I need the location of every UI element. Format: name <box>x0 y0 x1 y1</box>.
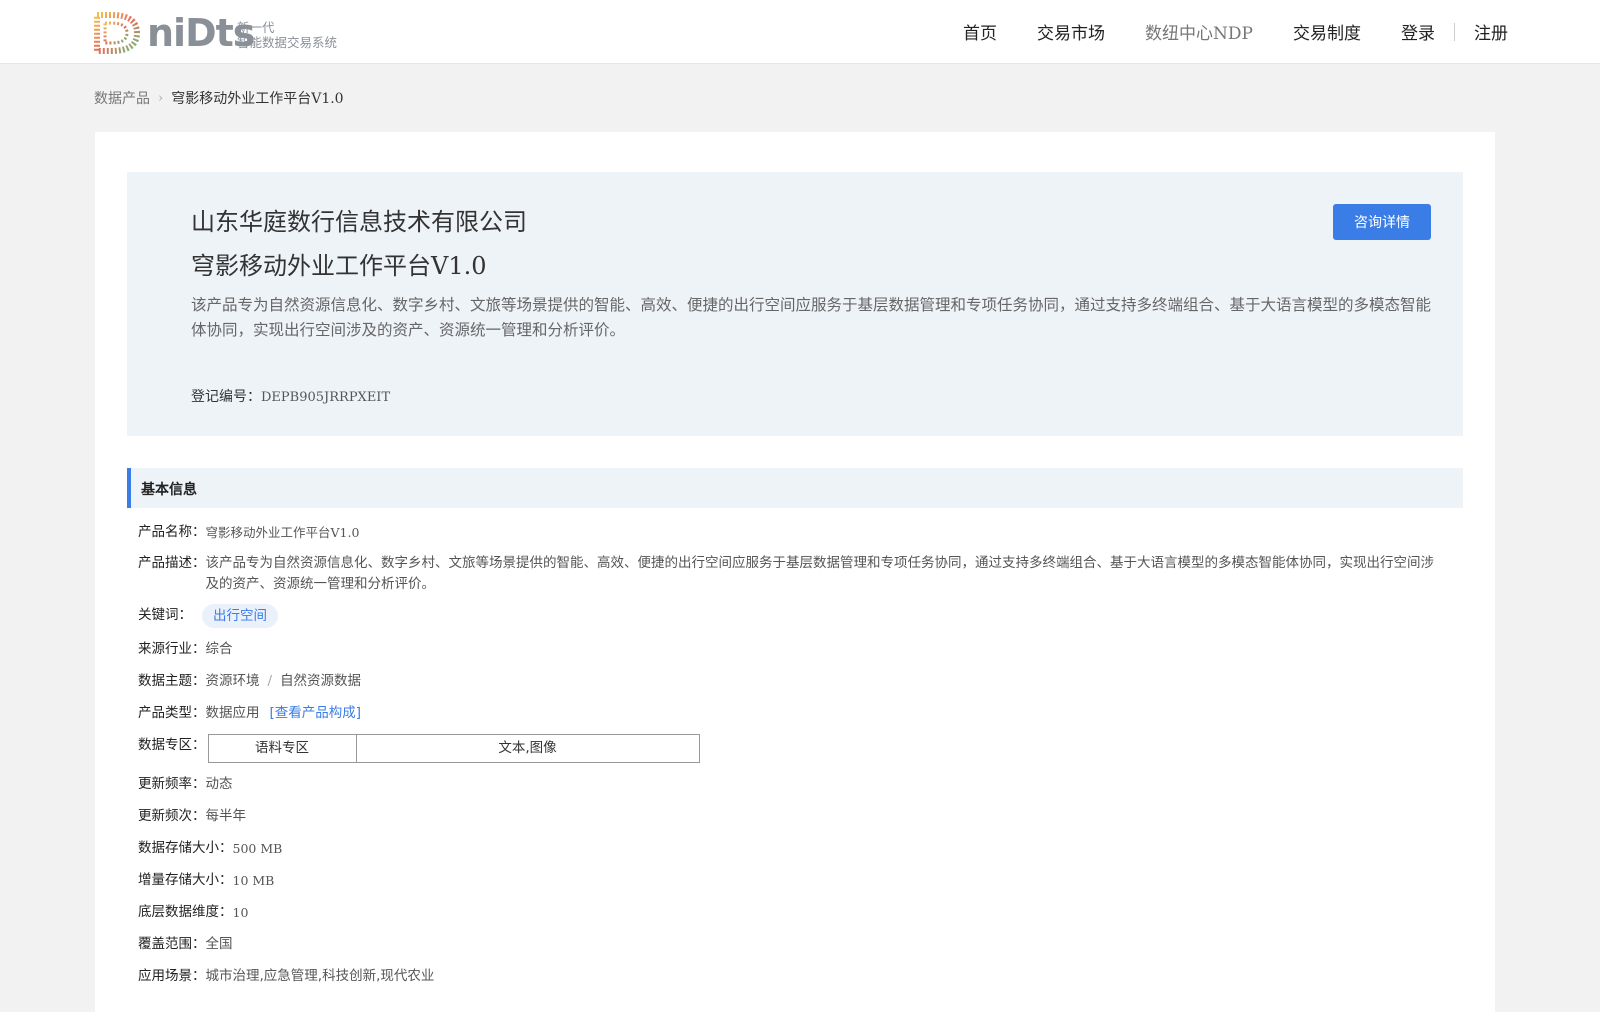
info-row-incremental-storage: 增量存储大小： 10 MB <box>138 870 274 891</box>
info-row-scenarios: 应用场景： 城市治理,应急管理,科技创新,现代农业 <box>138 966 434 987</box>
nav-market[interactable]: 交易市场 <box>1037 19 1105 44</box>
info-row-update-times: 更新频次： 每半年 <box>138 806 246 827</box>
info-value: 数据应用 <box>205 705 260 721</box>
section-basic-info: 基本信息 <box>127 468 1463 508</box>
info-value: 穹影移动外业工作平台V1.0 <box>205 525 360 540</box>
chevron-right-icon: › <box>158 90 164 106</box>
product-summary: 该产品专为自然资源信息化、数字乡村、文旅等场景提供的智能、高效、便捷的出行空间应… <box>191 296 1432 339</box>
nav-divider <box>1454 22 1455 41</box>
top-navbar: niDts 新一代 智能数据交易系统 首页 交易市场 数纽中心NDP 交易制度 … <box>0 0 1600 64</box>
info-row-type: 产品类型： 数据应用 [查看产品构成] <box>138 703 361 724</box>
breadcrumb: 数据产品 › 穹影移动外业工作平台V1.0 <box>94 88 344 108</box>
logo-tagline-2: 智能数据交易系统 <box>237 35 338 50</box>
breadcrumb-parent[interactable]: 数据产品 <box>94 88 150 108</box>
table-row: 语料专区 文本,图像 <box>207 734 700 763</box>
nav-home[interactable]: 首页 <box>963 19 997 44</box>
info-label: 增量存储大小： <box>138 872 233 888</box>
nav-register[interactable]: 注册 <box>1474 19 1508 44</box>
logo-d-mark-icon <box>94 12 141 54</box>
topic-separator: / <box>267 673 273 689</box>
info-label: 数据主题： <box>138 673 206 689</box>
info-label: 产品类型： <box>138 705 206 721</box>
info-label: 更新频率： <box>138 776 206 792</box>
info-value: 城市治理,应急管理,科技创新,现代农业 <box>205 968 435 984</box>
site-logo[interactable]: niDts 新一代 智能数据交易系统 <box>93 11 353 55</box>
info-value: 综合 <box>205 641 233 657</box>
registration-value: DEPB905JRRPXEIT <box>261 390 391 405</box>
info-value: 10 MB <box>232 873 275 888</box>
info-row-update-frequency: 更新频率： 动态 <box>138 774 233 795</box>
breadcrumb-current: 穹影移动外业工作平台V1.0 <box>171 91 344 107</box>
info-label: 关键词： <box>138 607 192 623</box>
info-value: 该产品专为自然资源信息化、数字乡村、文旅等场景提供的智能、高效、便捷的出行空间应… <box>205 555 1435 592</box>
nav-ndp[interactable]: 数纽中心NDP <box>1145 19 1253 44</box>
zone-value-cell: 文本,图像 <box>355 734 700 763</box>
data-zone-table: 语料专区 文本,图像 <box>207 734 700 763</box>
company-name: 山东华庭数行信息技术有限公司 <box>191 208 527 236</box>
info-row-coverage: 覆盖范围： 全国 <box>138 934 233 955</box>
section-title: 基本信息 <box>141 482 197 498</box>
info-label: 覆盖范围： <box>138 936 206 952</box>
info-label: 来源行业： <box>138 641 206 657</box>
info-value: 500 MB <box>232 841 283 856</box>
topic-sub: 自然资源数据 <box>280 673 362 689</box>
nav-rules[interactable]: 交易制度 <box>1293 19 1361 44</box>
registration-number: 登记编号：DEPB905JRRPXEIT <box>191 386 390 406</box>
info-value: 全国 <box>205 936 233 952</box>
info-row-name: 产品名称： 穹影移动外业工作平台V1.0 <box>138 522 359 543</box>
view-composition-link[interactable]: [查看产品构成] <box>270 703 362 724</box>
info-label: 更新频次： <box>138 808 206 824</box>
info-row-zone: 数据专区： 语料专区 文本,图像 <box>138 734 700 763</box>
info-row-storage: 数据存储大小： 500 MB <box>138 838 282 859</box>
info-label: 应用场景： <box>138 968 206 984</box>
logo-tagline: 新一代 智能数据交易系统 <box>237 20 337 50</box>
info-label: 底层数据维度： <box>138 904 233 920</box>
consult-details-button[interactable]: 咨询详情 <box>1333 204 1431 240</box>
main-nav: 首页 交易市场 数纽中心NDP 交易制度 登录 注册 <box>923 0 1508 63</box>
nav-login[interactable]: 登录 <box>1401 19 1435 44</box>
registration-label: 登记编号： <box>191 389 261 405</box>
info-label: 产品名称： <box>138 524 206 540</box>
info-row-description: 产品描述： 该产品专为自然资源信息化、数字乡村、文旅等场景提供的智能、高效、便捷… <box>138 553 1438 595</box>
info-label: 产品描述： <box>138 555 206 571</box>
info-row-industry: 来源行业： 综合 <box>138 639 233 660</box>
product-hero: 山东华庭数行信息技术有限公司 穹影移动外业工作平台V1.0 该产品专为自然资源信… <box>127 172 1463 436</box>
info-row-dimensions: 底层数据维度： 10 <box>138 902 248 923</box>
info-label: 数据专区： <box>138 737 206 753</box>
info-label: 数据存储大小： <box>138 840 233 856</box>
info-value: 动态 <box>205 776 233 792</box>
info-value: 每半年 <box>205 808 247 824</box>
product-title: 穹影移动外业工作平台V1.0 <box>191 252 487 280</box>
topic-main: 资源环境 <box>205 673 260 689</box>
info-row-keywords: 关键词： 出行空间 <box>138 604 278 628</box>
zone-name-cell: 语料专区 <box>207 734 357 763</box>
content-panel: 山东华庭数行信息技术有限公司 穹影移动外业工作平台V1.0 该产品专为自然资源信… <box>95 132 1495 1012</box>
logo-tagline-1: 新一代 <box>237 20 275 35</box>
keyword-tag[interactable]: 出行空间 <box>202 604 278 628</box>
info-row-topic: 数据主题： 资源环境 / 自然资源数据 <box>138 671 361 692</box>
info-value: 10 <box>232 905 249 920</box>
